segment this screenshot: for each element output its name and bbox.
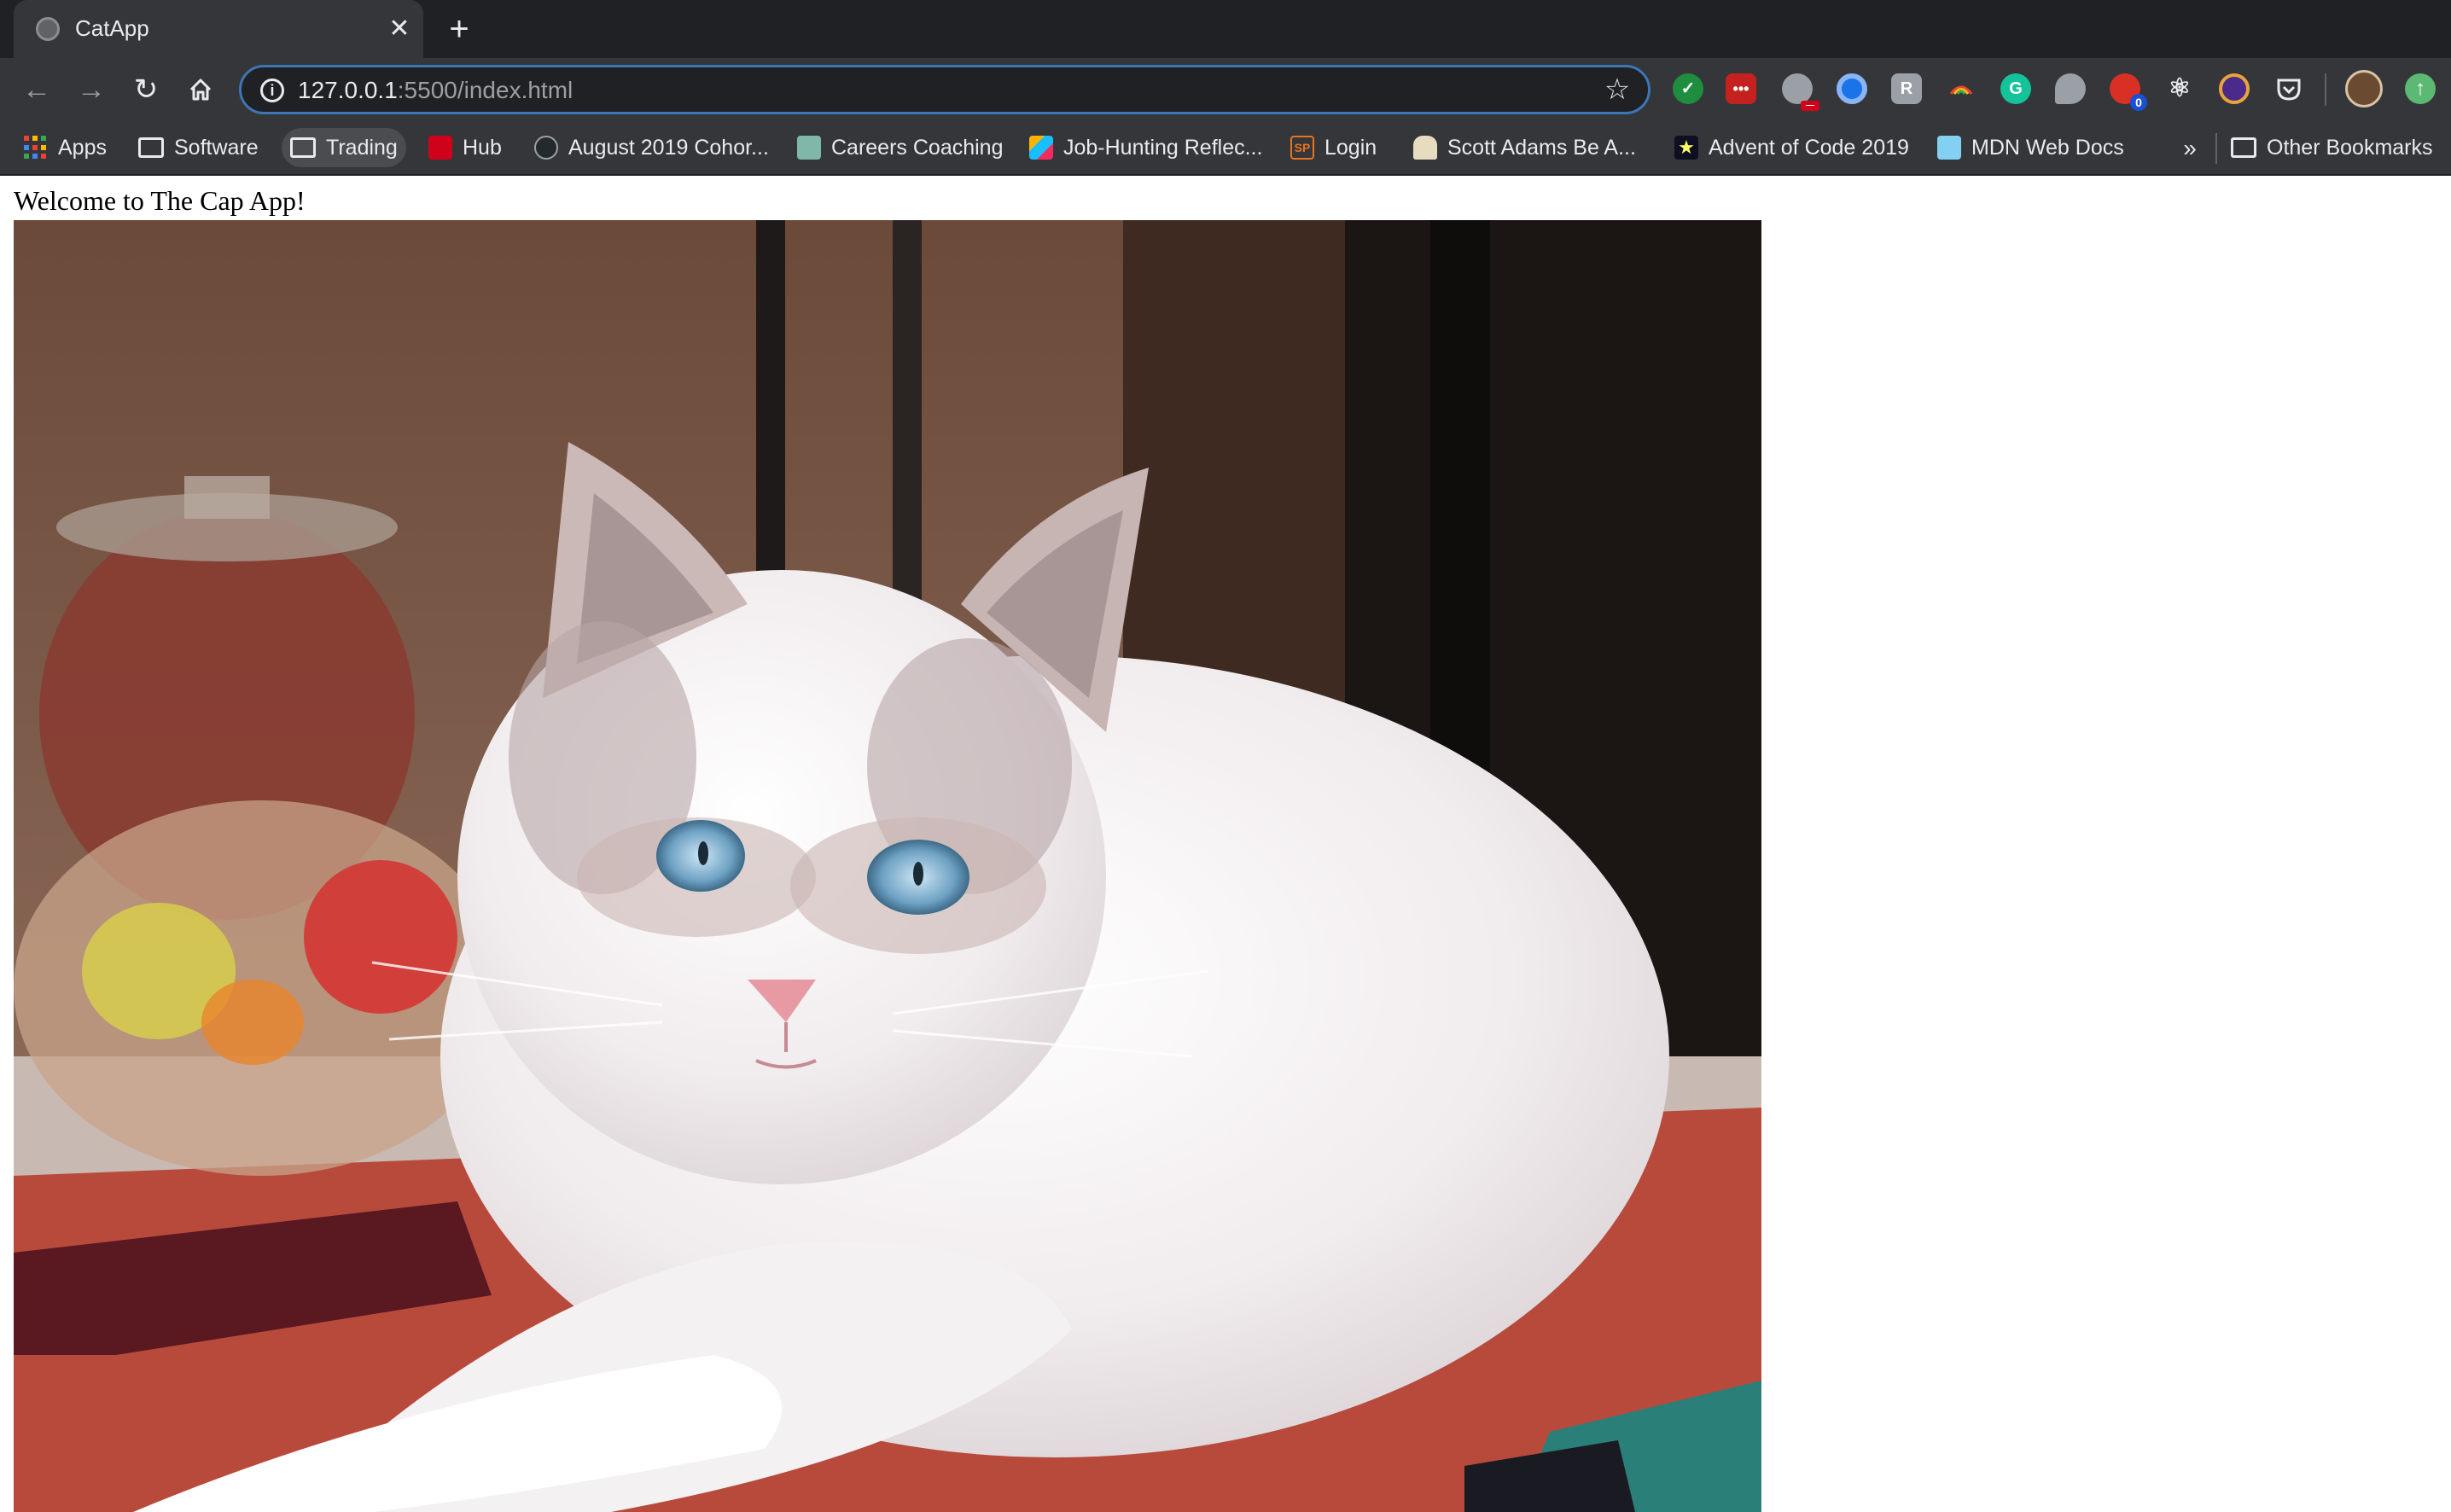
bookmark-apps[interactable]: Apps (15, 128, 115, 167)
bookmark-careers-coaching[interactable]: Careers Coaching (789, 128, 1012, 167)
bookmark-august-2019-cohort[interactable]: August 2019 Cohor... (526, 128, 777, 167)
red-shield-extension-icon[interactable]: 0 (2110, 73, 2147, 111)
react-devtools-extension-icon[interactable]: ⚛ (2164, 73, 2195, 104)
forward-arrow-icon: → (77, 73, 106, 106)
url-path: :5500/index.html (397, 77, 573, 103)
bookmark-hub[interactable]: Hub (420, 128, 510, 167)
bookmark-label: Apps (58, 135, 107, 160)
home-button[interactable] (181, 70, 220, 109)
bookmark-label: Job-Hunting Reflec... (1063, 135, 1263, 160)
bookmark-job-hunting-reflections[interactable]: Job-Hunting Reflec... (1021, 128, 1271, 167)
sp-icon: SP (1290, 136, 1314, 160)
apps-grid-icon (24, 136, 48, 160)
page-content: Welcome to The Cap App! (0, 176, 2451, 1512)
bookmark-trading[interactable]: Trading (282, 128, 406, 167)
bookmark-label: August 2019 Cohor... (568, 135, 769, 160)
figure-icon (1413, 136, 1437, 160)
careers-icon (797, 136, 821, 160)
bookmarks-overflow-button[interactable]: » (2174, 131, 2205, 166)
bookmark-advent-of-code[interactable]: ★ Advent of Code 2019 (1666, 128, 1918, 167)
purple-globe-extension-icon[interactable] (2219, 73, 2250, 104)
speech-bubble-extension-icon[interactable] (2055, 73, 2086, 104)
bookmarks-divider (2215, 133, 2217, 164)
cat-photo (14, 220, 1761, 1512)
rainbow-icon (1949, 85, 1973, 95)
bookmark-other-bookmarks[interactable]: Other Bookmarks (2222, 128, 2442, 167)
bookmark-label: Trading (326, 135, 398, 160)
welcome-text: Welcome to The Cap App! (14, 185, 306, 216)
toolbar-divider (2325, 73, 2326, 106)
checkmark-extension-icon[interactable]: ✓ (1673, 73, 1703, 104)
profile-avatar[interactable] (2345, 70, 2383, 108)
reload-button[interactable]: ↻ (126, 70, 166, 109)
pocket-extension-icon[interactable] (2273, 73, 2304, 104)
bookmark-label: Software (174, 135, 259, 160)
url-host: 127.0.0.1 (298, 77, 398, 103)
tab-catapp[interactable]: CatApp ✕ (14, 0, 423, 58)
mdn-icon (1937, 136, 1961, 160)
airtable-icon (1029, 136, 1053, 160)
bookmark-login[interactable]: SP Login (1282, 128, 1385, 167)
update-arrow-icon[interactable]: ↑ (2405, 73, 2436, 104)
bookmarks-bar: Apps Software Trading Hub August 2019 Co… (0, 121, 2451, 176)
reload-icon: ↻ (133, 73, 159, 106)
face-extension-icon[interactable]: — (1782, 73, 1819, 111)
forward-button[interactable]: → (72, 70, 111, 109)
plus-icon: + (449, 10, 469, 48)
star-icon: ★ (1674, 136, 1698, 160)
home-icon (189, 79, 212, 101)
cat-photo-illustration (14, 220, 1761, 1512)
folder-icon (2231, 137, 2256, 158)
tab-strip: CatApp ✕ + (0, 0, 2451, 58)
back-arrow-icon: ← (22, 73, 51, 106)
back-button[interactable]: ← (17, 70, 56, 109)
bookmark-label: MDN Web Docs (1971, 135, 2124, 160)
extension-badge: — (1801, 101, 1819, 111)
bookmark-label: Login (1324, 135, 1377, 160)
bookmark-mdn-web-docs[interactable]: MDN Web Docs (1929, 128, 2133, 167)
tab-title: CatApp (75, 15, 149, 41)
folder-icon (290, 137, 316, 158)
bookmark-star-icon[interactable]: ☆ (1600, 73, 1634, 107)
address-bar[interactable]: i 127.0.0.1:5500/index.html ☆ (239, 65, 1650, 114)
blue-circle-extension-icon[interactable] (1837, 73, 1867, 104)
bookmark-label: Advent of Code 2019 (1709, 135, 1909, 160)
info-icon[interactable]: i (260, 79, 284, 102)
red-dots-extension-icon[interactable]: ••• (1726, 73, 1756, 104)
bookmark-label: Hub (463, 135, 502, 160)
grammarly-extension-icon[interactable]: G (2000, 73, 2031, 104)
url-text[interactable]: 127.0.0.1:5500/index.html (298, 77, 573, 104)
pocket-icon (2277, 79, 2301, 101)
rainbow-extension-icon[interactable] (1946, 73, 1977, 104)
bookmark-label: Other Bookmarks (2267, 135, 2433, 160)
bookmark-label: Scott Adams Be A... (1447, 135, 1636, 160)
bookmark-scott-adams[interactable]: Scott Adams Be A... (1405, 128, 1645, 167)
r-extension-icon[interactable]: R (1891, 73, 1922, 104)
bookmark-software[interactable]: Software (130, 128, 267, 167)
globe-icon (36, 17, 60, 41)
bookmark-label: Careers Coaching (831, 135, 1004, 160)
browser-toolbar: ← → ↻ i 127.0.0.1:5500/index.html ☆ ✓ ••… (0, 58, 2451, 121)
github-icon (534, 136, 558, 160)
extension-badge: 0 (2130, 94, 2147, 111)
folder-icon (138, 137, 164, 158)
new-tab-button[interactable]: + (440, 10, 478, 48)
close-icon[interactable]: ✕ (382, 12, 416, 46)
hub-icon (428, 136, 452, 160)
